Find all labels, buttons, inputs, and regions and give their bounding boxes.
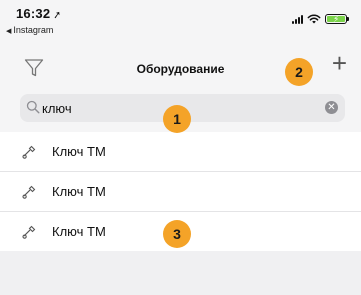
charging-bolt-icon: ⚡ — [333, 14, 340, 24]
annotation-badge-3: 3 — [163, 220, 191, 248]
list-item-label: Ключ ТМ — [52, 144, 106, 159]
wifi-icon — [307, 14, 321, 24]
empty-area — [0, 251, 361, 295]
annotation-badge-2: 2 — [285, 58, 313, 86]
list-item[interactable]: Ключ ТМ — [0, 132, 361, 172]
list-item[interactable]: Ключ ТМ — [0, 172, 361, 212]
location-arrow-icon: ➚ — [52, 9, 63, 22]
key-icon — [22, 225, 36, 239]
list-item-label: Ключ ТМ — [52, 184, 106, 199]
annotation-badge-1: 1 — [163, 105, 191, 133]
status-icons: ⚡ — [292, 12, 349, 24]
key-icon — [22, 145, 36, 159]
clear-icon[interactable]: ✕ — [325, 101, 338, 114]
battery-icon: ⚡ — [325, 14, 349, 24]
signal-icon — [292, 14, 303, 24]
status-time: 16:32 ➚ — [16, 6, 63, 22]
key-icon — [22, 185, 36, 199]
back-arrow-icon: ◀ — [6, 28, 12, 35]
back-to-app-link[interactable]: ◀ Instagram — [6, 25, 53, 35]
search-value: ключ — [42, 101, 72, 116]
back-app-label: Instagram — [13, 25, 54, 35]
status-bar: 16:32 ➚ ◀ Instagram ⚡ — [0, 0, 361, 44]
add-button[interactable]: + — [332, 50, 347, 76]
search-icon — [26, 100, 40, 114]
list-item-label: Ключ ТМ — [52, 224, 106, 239]
